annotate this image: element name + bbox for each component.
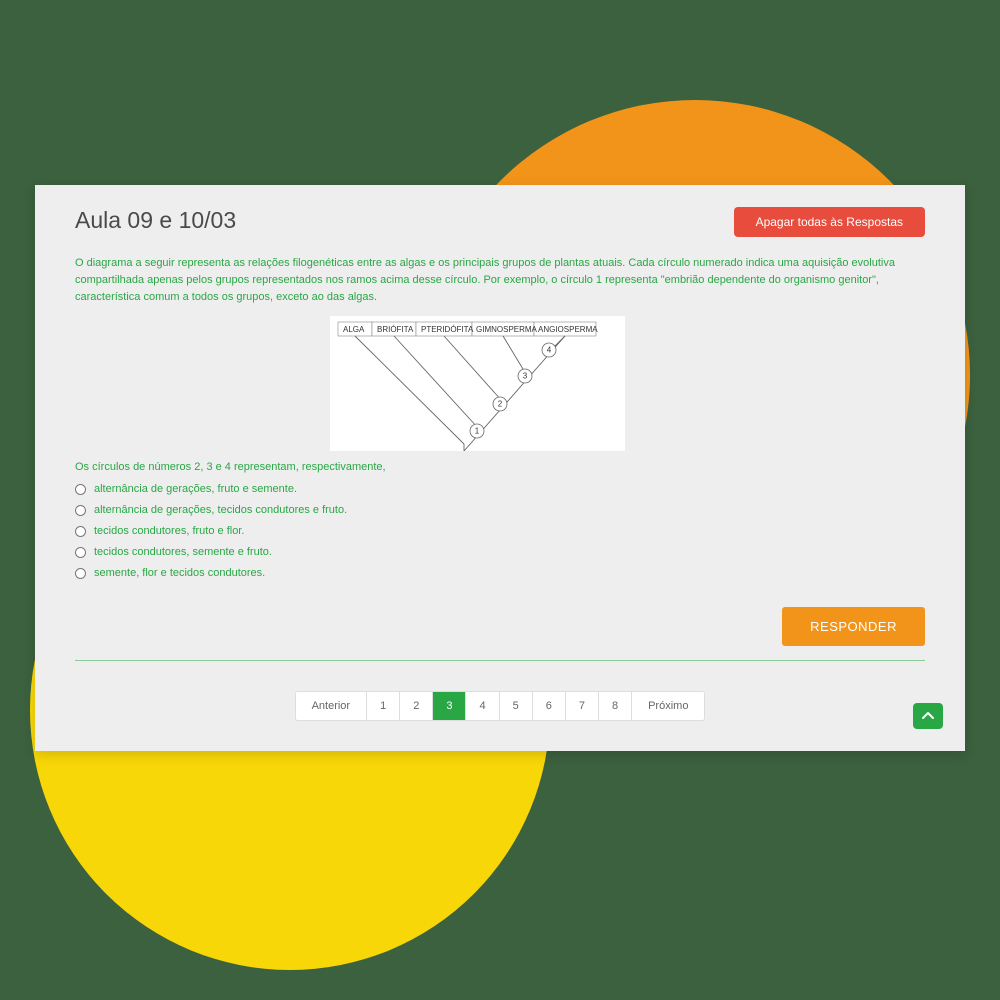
option-label: semente, flor e tecidos condutores.	[94, 567, 265, 579]
svg-text:ALGA: ALGA	[343, 325, 365, 334]
svg-text:PTERIDÓFITA: PTERIDÓFITA	[421, 325, 474, 334]
chevron-up-icon	[922, 711, 934, 721]
question-text: O diagrama a seguir representa as relaçõ…	[75, 255, 925, 306]
pagination-page-5[interactable]: 5	[500, 692, 533, 720]
svg-text:1: 1	[475, 427, 480, 436]
pagination-page-4[interactable]: 4	[466, 692, 499, 720]
option-row[interactable]: semente, flor e tecidos condutores.	[75, 567, 925, 579]
subquestion-text: Os círculos de números 2, 3 e 4 represen…	[75, 461, 925, 473]
option-label: alternância de gerações, fruto e semente…	[94, 483, 297, 495]
divider	[75, 660, 925, 661]
svg-text:2: 2	[498, 400, 503, 409]
phylogeny-diagram: ALGA BRIÓFITA PTERIDÓFITA GIMNOSPERMA AN…	[330, 316, 625, 451]
pagination-page-6[interactable]: 6	[533, 692, 566, 720]
option-row[interactable]: alternância de gerações, fruto e semente…	[75, 483, 925, 495]
pagination-next[interactable]: Próximo	[632, 692, 704, 720]
clear-answers-button[interactable]: Apagar todas às Respostas	[734, 207, 925, 237]
respond-button[interactable]: RESPONDER	[782, 607, 925, 646]
page-title: Aula 09 e 10/03	[75, 207, 236, 234]
options-group: alternância de gerações, fruto e semente…	[75, 483, 925, 579]
svg-text:3: 3	[523, 372, 528, 381]
option-row[interactable]: tecidos condutores, semente e fruto.	[75, 546, 925, 558]
pagination-prev[interactable]: Anterior	[296, 692, 368, 720]
pagination-page-7[interactable]: 7	[566, 692, 599, 720]
pagination-page-8[interactable]: 8	[599, 692, 632, 720]
option-row[interactable]: tecidos condutores, fruto e flor.	[75, 525, 925, 537]
svg-text:BRIÓFITA: BRIÓFITA	[377, 325, 414, 334]
option-radio[interactable]	[75, 526, 86, 537]
option-radio[interactable]	[75, 484, 86, 495]
scroll-top-button[interactable]	[913, 703, 943, 729]
option-label: alternância de gerações, tecidos conduto…	[94, 504, 347, 516]
svg-text:GIMNOSPERMA: GIMNOSPERMA	[476, 325, 538, 334]
quiz-panel: Aula 09 e 10/03 Apagar todas às Resposta…	[35, 185, 965, 751]
option-radio[interactable]	[75, 505, 86, 516]
pagination-page-3[interactable]: 3	[433, 692, 466, 720]
option-radio[interactable]	[75, 568, 86, 579]
option-label: tecidos condutores, fruto e flor.	[94, 525, 244, 537]
pagination-page-1[interactable]: 1	[367, 692, 400, 720]
svg-text:ANGIOSPERMA: ANGIOSPERMA	[538, 325, 598, 334]
option-radio[interactable]	[75, 547, 86, 558]
option-label: tecidos condutores, semente e fruto.	[94, 546, 272, 558]
pagination-page-2[interactable]: 2	[400, 692, 433, 720]
option-row[interactable]: alternância de gerações, tecidos conduto…	[75, 504, 925, 516]
pagination: Anterior 1 2 3 4 5 6 7 8 Próximo	[75, 691, 925, 721]
svg-text:4: 4	[547, 346, 552, 355]
